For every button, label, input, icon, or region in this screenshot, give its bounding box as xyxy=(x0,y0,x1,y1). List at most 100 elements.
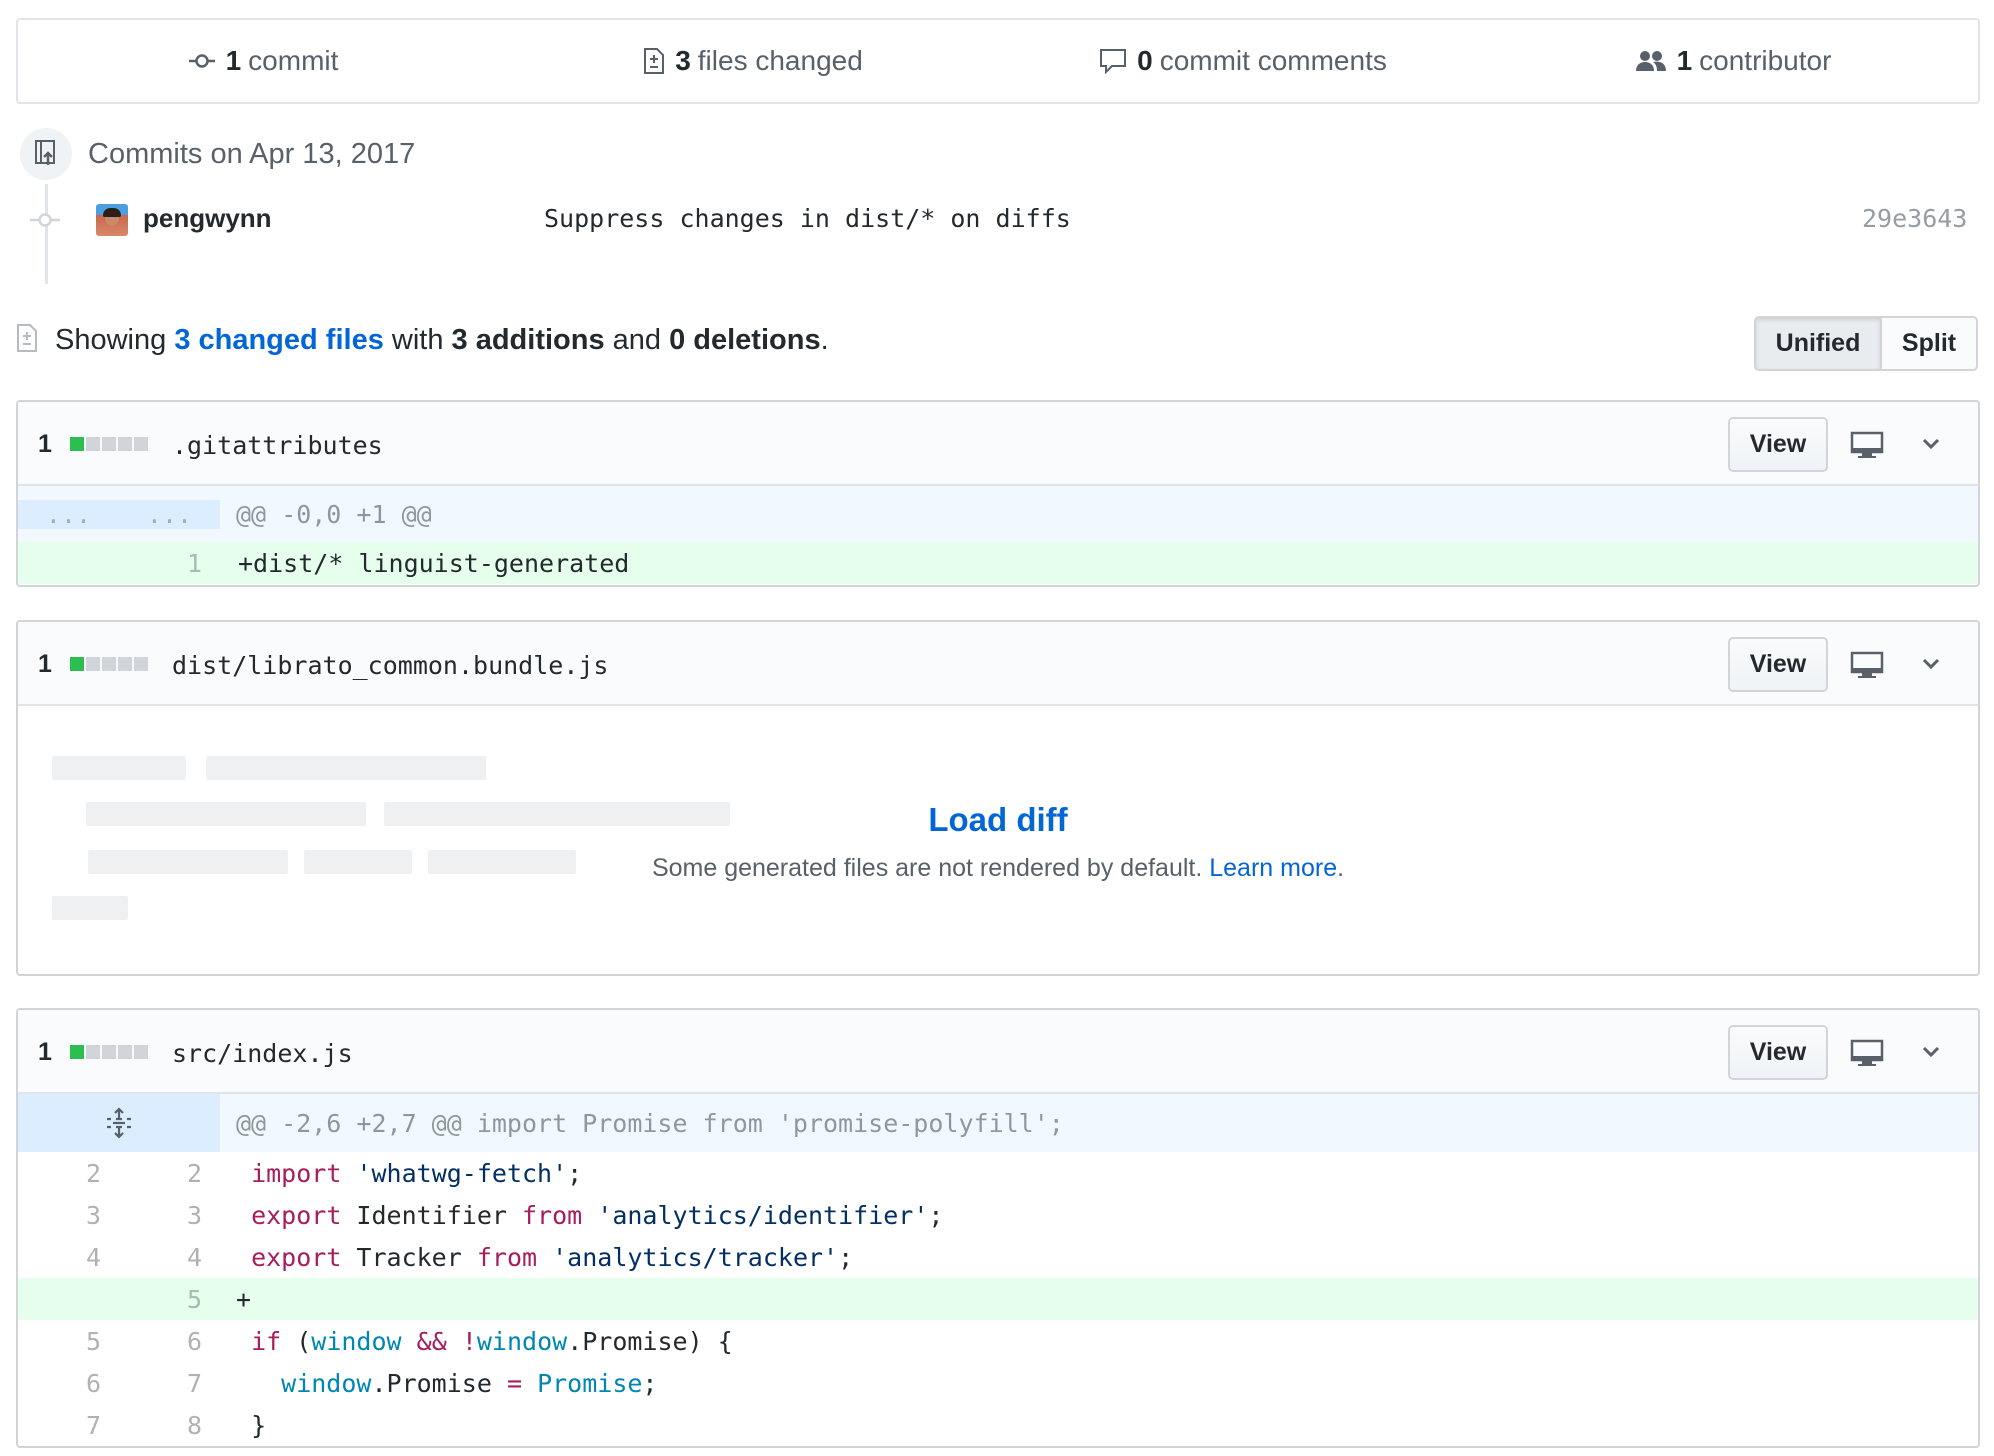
diffstat-bar xyxy=(70,1045,148,1059)
line-number-right[interactable]: 3 xyxy=(119,1201,220,1230)
chevron-down-icon[interactable] xyxy=(1920,432,1942,454)
diff-line-context: 5 6 if (window && !window.Promise) { xyxy=(18,1320,1978,1362)
diff-line-context: 2 2 import 'whatwg-fetch'; xyxy=(18,1152,1978,1194)
deletions-count: 0 deletions xyxy=(669,324,821,356)
contributors-label: contributor xyxy=(1699,45,1832,76)
expand-all-button[interactable] xyxy=(18,1094,220,1152)
file-name-link[interactable]: src/index.js xyxy=(172,1039,353,1068)
token-punct: ( xyxy=(281,1326,312,1356)
token-entity: Promise xyxy=(537,1368,643,1398)
toc-summary: Showing 3 changed files with 3 additions… xyxy=(55,324,829,357)
file-diff-icon xyxy=(17,324,37,352)
diffstat-bar xyxy=(70,437,148,451)
summary-files[interactable]: 3 files changed xyxy=(508,45,998,77)
split-button[interactable]: Split xyxy=(1882,318,1976,369)
load-diff-placeholder: Load diff Some generated files are not r… xyxy=(18,706,1978,974)
learn-more-link[interactable]: Learn more xyxy=(1209,854,1337,882)
diffstat-count: 1 xyxy=(38,650,52,678)
diff-line-addition: 1 +dist/* linguist-generated xyxy=(18,542,1978,584)
file-header: 1 dist/librato_common.bundle.js View xyxy=(18,622,1978,706)
summary-comments[interactable]: 0 commit comments xyxy=(998,45,1488,77)
desktop-icon[interactable] xyxy=(1850,430,1884,460)
token-string: 'analytics/identifier' xyxy=(597,1200,929,1230)
line-code: } xyxy=(220,1411,1978,1440)
token-string: 'whatwg-fetch' xyxy=(356,1158,568,1188)
summary-bar: 1 commit 3 files changed 0 commit comments … xyxy=(16,18,1980,104)
line-number-left[interactable]: 6 xyxy=(18,1369,119,1398)
commit-sha-link[interactable]: 29e3643 xyxy=(1862,204,1967,233)
token-operator: && xyxy=(401,1326,462,1356)
desktop-icon[interactable] xyxy=(1850,1038,1884,1068)
line-number-right[interactable]: 8 xyxy=(119,1411,220,1440)
file-name-link[interactable]: dist/librato_common.bundle.js xyxy=(172,651,609,680)
changed-files-link[interactable]: 3 changed files xyxy=(174,324,384,356)
file-name-link[interactable]: .gitattributes xyxy=(172,431,383,460)
line-code: export Tracker from 'analytics/tracker'; xyxy=(220,1243,1978,1272)
token-keyword: import xyxy=(251,1158,342,1188)
line-number-right[interactable]: 1 xyxy=(119,548,220,578)
commit-author-link[interactable]: pengwynn xyxy=(143,203,272,234)
placeholder-bar xyxy=(52,756,186,780)
line-code: export Identifier from 'analytics/identi… xyxy=(220,1201,1978,1230)
diff-line-context: 4 4 export Tracker from 'analytics/track… xyxy=(18,1236,1978,1278)
file-header: 1 .gitattributes View xyxy=(18,402,1978,486)
line-code: if (window && !window.Promise) { xyxy=(220,1327,1978,1356)
line-number-right[interactable]: 7 xyxy=(119,1369,220,1398)
unified-button[interactable]: Unified xyxy=(1756,318,1882,369)
line-number-left[interactable]: 5 xyxy=(18,1327,119,1356)
line-number-left[interactable]: 2 xyxy=(18,1159,119,1188)
comment-icon xyxy=(1100,49,1127,74)
file-diff: 1 dist/librato_common.bundle.js View Loa… xyxy=(16,620,1980,976)
diffstat-count: 1 xyxy=(38,430,52,458)
line-code: import 'whatwg-fetch'; xyxy=(220,1159,1978,1188)
placeholder-bar xyxy=(206,756,486,780)
view-file-button[interactable]: View xyxy=(1728,637,1828,692)
token-keyword: from xyxy=(522,1200,583,1230)
line-number-left[interactable]: 4 xyxy=(18,1243,119,1272)
chevron-down-icon[interactable] xyxy=(1920,652,1942,674)
avatar[interactable] xyxy=(96,204,128,236)
summary-commits[interactable]: 1 commit xyxy=(18,45,508,77)
line-number-right[interactable]: 4 xyxy=(119,1243,220,1272)
view-file-button[interactable]: View xyxy=(1728,1025,1828,1080)
load-diff-button[interactable]: Load diff xyxy=(18,801,1978,839)
note-end: . xyxy=(1337,854,1345,882)
note-text: Some generated files are not rendered by… xyxy=(651,854,1210,882)
toc-prefix: Showing xyxy=(55,324,175,356)
line-number-right[interactable]: 5 xyxy=(119,1284,220,1314)
line-number-left[interactable]: 3 xyxy=(18,1201,119,1230)
token-entity: window xyxy=(311,1326,402,1356)
commit-message-link[interactable]: Suppress changes in dist/* on diffs xyxy=(544,204,1071,233)
line-number-right[interactable]: 6 xyxy=(119,1327,220,1356)
diffstat-bar xyxy=(70,657,148,671)
expand-left[interactable]: ... xyxy=(18,499,119,529)
expand-right[interactable]: ... xyxy=(119,499,220,529)
toc-suffix: . xyxy=(820,324,829,356)
token-keyword: from xyxy=(476,1242,538,1272)
token-string: 'analytics/tracker' xyxy=(552,1242,839,1272)
file-header: 1 src/index.js View xyxy=(18,1010,1978,1094)
summary-contributors[interactable]: 1 contributor xyxy=(1488,45,1978,77)
diffstat-count: 1 xyxy=(38,1038,52,1066)
generated-files-note: Some generated files are not rendered by… xyxy=(18,854,1978,883)
token-entity: window xyxy=(281,1368,372,1398)
commit-node-icon xyxy=(30,213,60,227)
commit-group-date: Commits on Apr 13, 2017 xyxy=(88,138,416,170)
line-number-right[interactable]: 2 xyxy=(119,1159,220,1188)
token-identifier: Identifier xyxy=(341,1200,522,1230)
diff-view-toggle: Unified Split xyxy=(1754,316,1978,371)
token-punct: ; xyxy=(642,1368,658,1398)
token-punct: ; xyxy=(928,1200,944,1230)
chevron-down-icon[interactable] xyxy=(1920,1040,1942,1062)
token-keyword: if xyxy=(251,1326,282,1356)
token-punct: ; xyxy=(567,1158,583,1188)
hunk-header: ... ... @@ -0,0 +1 @@ xyxy=(18,486,1978,542)
hunk-text: @@ -0,0 +1 @@ xyxy=(236,499,432,529)
view-file-button[interactable]: View xyxy=(1728,417,1828,472)
file-diff-icon xyxy=(644,48,665,74)
commits-label: commit xyxy=(248,45,339,76)
diff-line-addition: 5 + xyxy=(18,1278,1978,1320)
desktop-icon[interactable] xyxy=(1850,650,1884,680)
line-number-left[interactable]: 7 xyxy=(18,1411,119,1440)
token-operator: = xyxy=(506,1368,522,1398)
